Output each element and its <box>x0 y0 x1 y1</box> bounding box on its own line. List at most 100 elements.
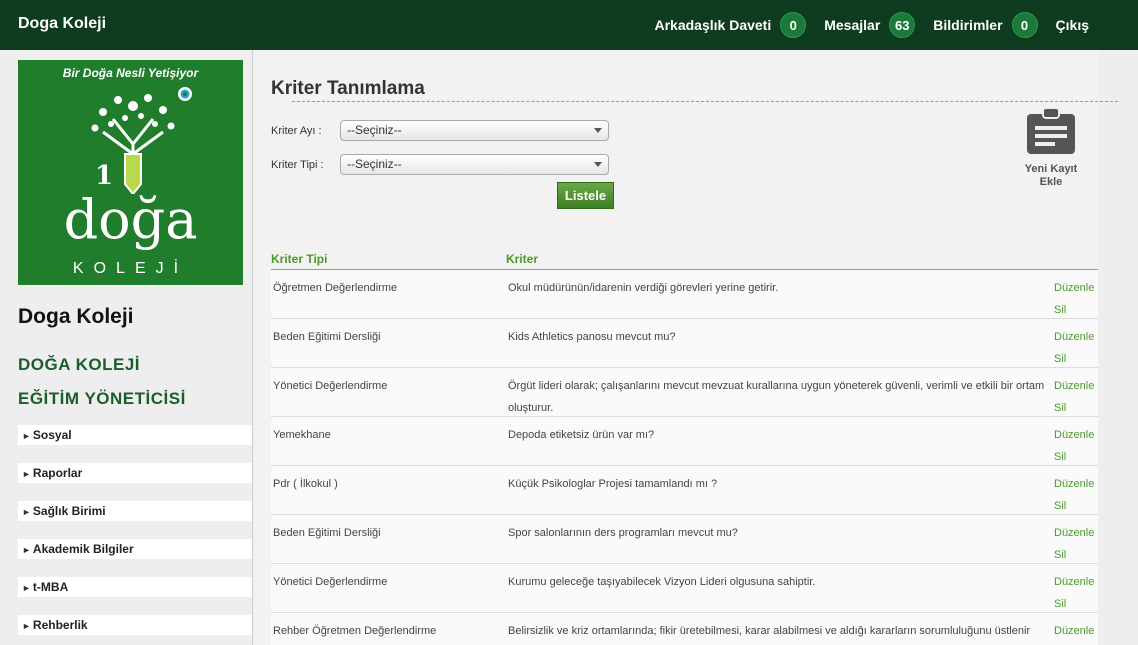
chevron-down-icon <box>594 128 602 133</box>
edit-link[interactable]: Düzenle <box>1054 522 1098 544</box>
table-row: Beden Eğitimi Dersliği Kids Athletics pa… <box>271 319 1098 368</box>
row-criterion: Depoda etiketsiz ürün var mı? <box>508 429 655 441</box>
table-row: Öğretmen Değerlendirme Okul müdürünün/id… <box>271 270 1098 319</box>
svg-text:1: 1 <box>95 161 113 191</box>
list-button[interactable]: Listele <box>557 182 614 209</box>
logout-link[interactable]: Çıkış <box>1056 17 1089 33</box>
delete-link[interactable]: Sil <box>1054 495 1098 517</box>
messages-badge: 63 <box>889 12 916 38</box>
sidebar-item-akademik-bilgiler[interactable]: ► Akademik Bilgiler <box>18 539 252 559</box>
school-logo: Bir Doğa Nesli Yetişiyor 1 doğa KOLEJİ <box>18 60 243 285</box>
row-type: Pdr ( İlkokul ) <box>273 478 338 490</box>
sidebar-org-name: DOĞA KOLEJİ <box>18 355 140 374</box>
triangle-right-icon: ► <box>22 431 31 441</box>
table-row: Rehber Öğretmen Değerlendirme Belirsizli… <box>271 613 1098 645</box>
delete-link[interactable]: Sil <box>1054 299 1098 321</box>
sidebar-item-rehberlik[interactable]: ► Rehberlik <box>18 615 252 635</box>
sidebar-item-raporlar[interactable]: ► Raporlar <box>18 463 252 483</box>
row-type: Yönetici Değerlendirme <box>273 576 388 588</box>
brand-title[interactable]: Doga Koleji <box>18 15 106 33</box>
delete-link[interactable]: Sil <box>1054 593 1098 615</box>
sidebar: Bir Doğa Nesli Yetişiyor 1 doğa KOLEJİ D… <box>0 50 253 645</box>
triangle-right-icon: ► <box>22 469 31 479</box>
column-header-criterion: Kriter <box>506 252 539 266</box>
row-type: Beden Eğitimi Dersliği <box>273 527 381 539</box>
row-criterion: Belirsizlik ve kriz ortamlarında; fikir … <box>508 625 1031 637</box>
edit-link[interactable]: Düzenle <box>1054 424 1098 446</box>
logo-subtitle: KOLEJİ <box>72 260 189 277</box>
triangle-right-icon: ► <box>22 583 31 593</box>
page-title: Kriter Tanımlama <box>271 78 425 99</box>
triangle-right-icon: ► <box>22 507 31 517</box>
new-record-button[interactable]: Yeni Kayıt Ekle <box>1019 106 1083 189</box>
edit-link[interactable]: Düzenle <box>1054 326 1098 348</box>
row-type: Yönetici Değerlendirme <box>273 380 388 392</box>
sidebar-role: EĞİTİM YÖNETİCİSİ <box>18 389 186 408</box>
sidebar-item-saglik-birimi[interactable]: ► Sağlık Birimi <box>18 501 252 521</box>
criterion-month-row: Kriter Ayı : --Seçiniz-- <box>271 120 609 141</box>
row-criterion: Kids Athletics panosu mevcut mu? <box>508 331 676 343</box>
friend-invites-label: Arkadaşlık Daveti <box>654 17 772 33</box>
delete-link[interactable]: Sil <box>1054 544 1098 566</box>
top-nav-links: Arkadaşlık Daveti 0 Mesajlar 63 Bildirim… <box>655 0 1138 50</box>
new-record-label: Yeni Kayıt Ekle <box>1024 163 1078 188</box>
table-row: Yönetici Değerlendirme Örgüt lideri olar… <box>271 368 1098 417</box>
column-header-type: Kriter Tipi <box>271 252 328 266</box>
chevron-down-icon <box>594 162 602 167</box>
edit-link[interactable]: Düzenle <box>1054 620 1098 642</box>
criterion-type-select[interactable]: --Seçiniz-- <box>340 154 609 175</box>
row-type: Yemekhane <box>273 429 331 441</box>
row-criterion: Kurumu geleceğe taşıyabilecek Vizyon Lid… <box>508 576 816 588</box>
row-type: Öğretmen Değerlendirme <box>273 282 398 294</box>
title-divider <box>292 101 1118 102</box>
sidebar-item-label: Raporlar <box>32 466 83 480</box>
row-type: Beden Eğitimi Dersliği <box>273 331 381 343</box>
edit-link[interactable]: Düzenle <box>1054 571 1098 593</box>
logo-wordmark: doğa <box>63 188 198 251</box>
delete-link[interactable]: Sil <box>1054 446 1098 468</box>
clipboard-add-icon <box>1027 107 1075 154</box>
sidebar-item-label: t-MBA <box>32 580 69 594</box>
table-row: Pdr ( İlkokul ) Küçük Psikologlar Projes… <box>271 466 1098 515</box>
tree-pencil-icon: 1 <box>91 87 192 194</box>
criterion-month-label: Kriter Ayı : <box>271 124 322 137</box>
notifications-badge: 0 <box>1011 12 1038 38</box>
row-type: Rehber Öğretmen Değerlendirme <box>273 625 437 637</box>
row-criterion: Okul müdürünün/idarenin verdiği görevler… <box>508 282 779 294</box>
delete-link[interactable]: Sil <box>1054 397 1098 419</box>
table-header: Kriter Tipi Kriter <box>271 250 1098 270</box>
row-criterion: Örgüt lideri olarak; çalışanlarını mevcu… <box>508 380 1045 414</box>
sidebar-item-label: Sosyal <box>32 428 72 442</box>
table-row: Yemekhane Depoda etiketsiz ürün var mı? … <box>271 417 1098 466</box>
row-criterion: Spor salonlarının ders programları mevcu… <box>508 527 738 539</box>
sidebar-item-sosyal[interactable]: ► Sosyal <box>18 425 252 445</box>
messages-link[interactable]: Mesajlar 63 <box>824 12 916 38</box>
main-content: Kriter Tanımlama Kriter Ayı : --Seçiniz-… <box>254 50 1118 645</box>
sidebar-title: Doga Koleji <box>18 305 134 328</box>
notifications-link[interactable]: Bildirimler 0 <box>933 12 1038 38</box>
sidebar-item-label: Sağlık Birimi <box>32 504 106 518</box>
criterion-type-label: Kriter Tipi : <box>271 158 324 171</box>
friend-invites-badge: 0 <box>780 12 807 38</box>
table-row: Beden Eğitimi Dersliği Spor salonlarının… <box>271 515 1098 564</box>
logo-tagline: Bir Doğa Nesli Yetişiyor <box>62 66 199 80</box>
criterion-month-value: --Seçiniz-- <box>347 123 402 137</box>
notifications-label: Bildirimler <box>933 17 1003 33</box>
delete-link[interactable]: Sil <box>1054 348 1098 370</box>
edit-link[interactable]: Düzenle <box>1054 473 1098 495</box>
sidebar-item-t-mba[interactable]: ► t-MBA <box>18 577 252 597</box>
triangle-right-icon: ► <box>22 545 31 555</box>
table-row: Yönetici Değerlendirme Kurumu geleceğe t… <box>271 564 1098 613</box>
messages-label: Mesajlar <box>824 17 881 33</box>
criterion-month-select[interactable]: --Seçiniz-- <box>340 120 609 141</box>
criterion-type-row: Kriter Tipi : --Seçiniz-- <box>271 154 609 175</box>
friend-invites-link[interactable]: Arkadaşlık Daveti 0 <box>655 12 807 38</box>
criterion-type-value: --Seçiniz-- <box>347 157 402 171</box>
row-criterion: Küçük Psikologlar Projesi tamamlandı mı … <box>508 478 718 490</box>
top-navigation-bar: Doga Koleji Arkadaşlık Daveti 0 Mesajlar… <box>0 0 1138 50</box>
criteria-table: Öğretmen Değerlendirme Okul müdürünün/id… <box>271 270 1098 645</box>
edit-link[interactable]: Düzenle <box>1054 375 1098 397</box>
edit-link[interactable]: Düzenle <box>1054 277 1098 299</box>
sidebar-item-label: Rehberlik <box>32 618 88 632</box>
triangle-right-icon: ► <box>22 621 31 631</box>
